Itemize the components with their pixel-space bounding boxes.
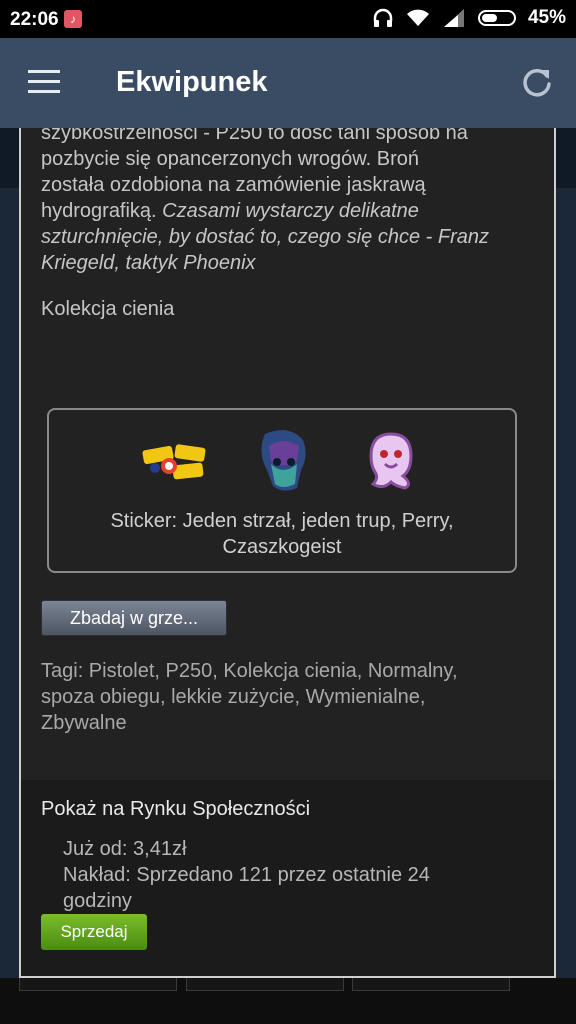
sticker-list <box>49 426 515 496</box>
description-quote: szturchnięcie, by dostać to, czego się c… <box>41 226 489 248</box>
czaszkogeist-sticker <box>369 432 413 490</box>
tags-line: Tagi: Pistolet, P250, Kolekcja cienia, N… <box>41 660 458 682</box>
tags-line: spoza obiegu, lekkie zużycie, Wymienialn… <box>41 686 426 708</box>
item-detail-card: szybkostrzelności - P250 to dość tani sp… <box>19 128 556 978</box>
refresh-icon[interactable] <box>520 66 554 100</box>
description-line: została ozdobiona na zamówienie jaskrawą <box>41 174 426 196</box>
sticker-box: Sticker: Jeden strzał, jeden trup, Perry… <box>47 408 517 573</box>
item-description: szybkostrzelności - P250 to dość tani sp… <box>41 128 541 276</box>
sell-button[interactable]: Sprzedaj <box>41 914 147 950</box>
perry-sticker <box>261 430 306 491</box>
sticker-label-line: Czaszkogeist <box>222 536 342 558</box>
market-price: Już od: 3,41zł <box>63 838 187 860</box>
wifi-icon <box>406 9 429 26</box>
description-quote: Kriegeld, taktyk Phoenix <box>41 252 256 274</box>
market-info: Już od: 3,41zł Nakład: Sprzedano 121 prz… <box>63 836 503 914</box>
sticker-label: Sticker: Jeden strzał, jeden trup, Perry… <box>49 508 515 560</box>
market-volume: godziny <box>63 890 132 912</box>
description-line: pozbycie się opancerzonych wrogów. Broń <box>41 148 419 170</box>
description-line: szybkostrzelności - P250 to dość tani sp… <box>41 128 468 144</box>
status-bar: 22:06 ♪ 45% <box>0 0 576 38</box>
inventory-tile <box>186 978 344 991</box>
tags-line: Zbywalne <box>41 712 127 734</box>
description-text: hydrografiką. <box>41 200 163 222</box>
battery-icon <box>477 10 516 26</box>
item-collection: Kolekcja cienia <box>41 298 175 320</box>
market-section: Pokaż na Rynku Społeczności Już od: 3,41… <box>21 780 554 976</box>
description-line: szturchnięcie, by dostać to, czego się c… <box>41 224 541 250</box>
status-time: 22:06 <box>10 9 59 30</box>
description-quote: Czasami wystarczy delikatne <box>162 200 419 222</box>
inventory-tile <box>19 978 177 991</box>
description-line: Kriegeld, taktyk Phoenix <box>41 250 541 276</box>
item-tags: Tagi: Pistolet, P250, Kolekcja cienia, N… <box>41 658 541 736</box>
status-icons: 45% <box>372 7 566 29</box>
market-volume: Nakład: Sprzedano 121 przez ostatnie 24 <box>63 864 430 886</box>
inventory-tile <box>352 978 510 991</box>
description-line: hydrografiką. Czasami wystarczy delikatn… <box>41 198 541 224</box>
app-bar: Ekwipunek <box>0 38 576 128</box>
headphones-icon <box>373 8 393 27</box>
inspect-in-game-button[interactable]: Zbadaj w grze... <box>41 600 227 636</box>
hamburger-menu-icon[interactable] <box>28 70 60 94</box>
inventory-grid-background <box>0 978 576 1024</box>
market-link[interactable]: Pokaż na Rynku Społeczności <box>41 798 310 821</box>
sticker-label-line: Sticker: Jeden strzał, jeden trup, Perry… <box>110 510 454 532</box>
tiktok-notification-icon: ♪ <box>64 10 82 28</box>
signal-icon <box>443 9 464 27</box>
page-title: Ekwipunek <box>116 66 268 98</box>
one-shot-one-kill-sticker <box>142 444 206 480</box>
battery-percent: 45% <box>527 7 566 28</box>
